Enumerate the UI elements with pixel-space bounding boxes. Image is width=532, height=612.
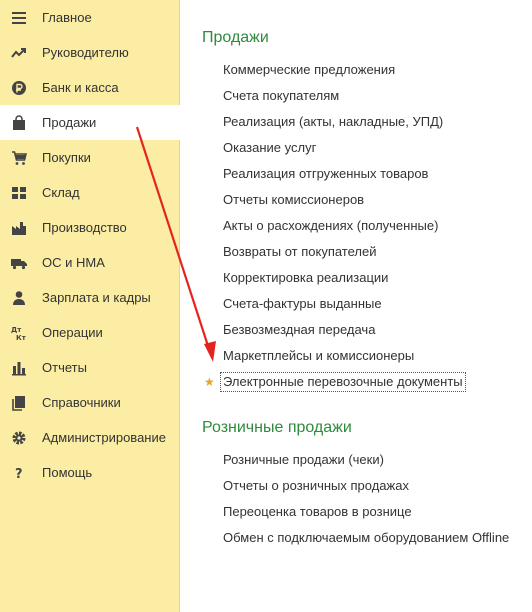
sidebar-item-label: Администрирование [42,430,166,445]
person-icon [11,290,27,306]
link-services[interactable]: Оказание услуг [223,140,316,156]
sidebar-item-warehouse[interactable]: Склад [0,175,179,210]
sidebar-item-reports[interactable]: Отчеты [0,350,179,385]
dt-glyph: Дт [11,326,22,334]
link-customer-returns[interactable]: Возвраты от покупателей [223,244,377,260]
sidebar-item-label: Банк и касса [42,80,119,95]
sidebar-item-label: Склад [42,185,80,200]
ruble-icon [11,80,27,96]
link-sales-adjustment[interactable]: Корректировка реализации [223,270,388,286]
link-offline-equipment[interactable]: Обмен с подключаемым оборудованием Offli… [223,530,509,546]
truck-icon [11,255,27,271]
sidebar-item-assets[interactable]: ОС и НМА [0,245,179,280]
favorite-star-icon[interactable]: ★ [204,374,215,390]
sidebar-item-label: Покупки [42,150,91,165]
link-free-transfer[interactable]: Безвозмездная передача [223,322,375,338]
link-shipped-goods[interactable]: Реализация отгруженных товаров [223,166,428,182]
sidebar-item-help[interactable]: ? Помощь [0,455,179,490]
shopping-bag-icon [11,114,27,131]
link-electronic-transport-docs[interactable]: Электронные перевозочные документы [220,372,466,392]
link-customer-invoices[interactable]: Счета покупателям [223,88,339,104]
gear-icon [11,430,27,446]
sidebar: Главное Руководителю Банк и касса Продаж… [0,0,181,612]
link-sales-realization[interactable]: Реализация (акты, накладные, УПД) [223,114,443,130]
sidebar-item-operations[interactable]: Дт Кт Операции [0,315,179,350]
trend-up-icon [11,45,27,61]
link-issued-invoices[interactable]: Счета-фактуры выданные [223,296,382,312]
link-discrepancy-acts[interactable]: Акты о расхождениях (полученные) [223,218,438,234]
section-title-sales: Продажи [202,29,269,46]
link-retail-receipts[interactable]: Розничные продажи (чеки) [223,452,384,468]
sidebar-item-sales[interactable]: Продажи [0,105,181,140]
sidebar-item-production[interactable]: Производство [0,210,179,245]
question-icon: ? [11,465,27,481]
menu-lines-icon [11,10,27,26]
sidebar-item-label: Продажи [42,115,97,130]
content-panel: Продажи Коммерческие предложения Счета п… [181,0,532,612]
kt-glyph: Кт [16,334,27,341]
sidebar-item-catalogs[interactable]: Справочники [0,385,179,420]
link-retail-reports[interactable]: Отчеты о розничных продажах [223,478,409,494]
link-retail-revaluation[interactable]: Переоценка товаров в рознице [223,504,412,520]
sidebar-item-label: Помощь [42,465,93,480]
sidebar-item-main[interactable]: Главное [0,0,179,35]
sidebar-item-bank[interactable]: Банк и касса [0,70,179,105]
grid-icon [11,185,27,201]
sidebar-item-label: Справочники [42,395,121,410]
sidebar-item-label: Руководителю [42,45,129,60]
bar-chart-icon [11,360,27,376]
sidebar-item-label: Главное [42,10,92,25]
sidebar-item-label: ОС и НМА [42,255,105,270]
link-commissioner-reports[interactable]: Отчеты комиссионеров [223,192,364,208]
app-window: Главное Руководителю Банк и касса Продаж… [0,0,532,612]
sidebar-item-admin[interactable]: Администрирование [0,420,179,455]
section-title-retail: Розничные продажи [202,419,352,436]
sidebar-item-label: Производство [42,220,127,235]
factory-icon [11,220,27,236]
help-glyph: ? [15,467,23,481]
sidebar-item-manager[interactable]: Руководителю [0,35,179,70]
link-marketplaces[interactable]: Маркетплейсы и комиссионеры [223,348,414,364]
sidebar-item-label: Отчеты [42,360,87,375]
sidebar-item-label: Зарплата и кадры [42,290,151,305]
sidebar-item-purchases[interactable]: Покупки [0,140,179,175]
link-commercial-offers[interactable]: Коммерческие предложения [223,62,395,78]
dt-kt-icon: Дт Кт [11,325,27,341]
books-icon [11,395,27,411]
cart-icon [11,150,27,166]
sidebar-item-salary[interactable]: Зарплата и кадры [0,280,179,315]
sidebar-item-label: Операции [42,325,103,340]
